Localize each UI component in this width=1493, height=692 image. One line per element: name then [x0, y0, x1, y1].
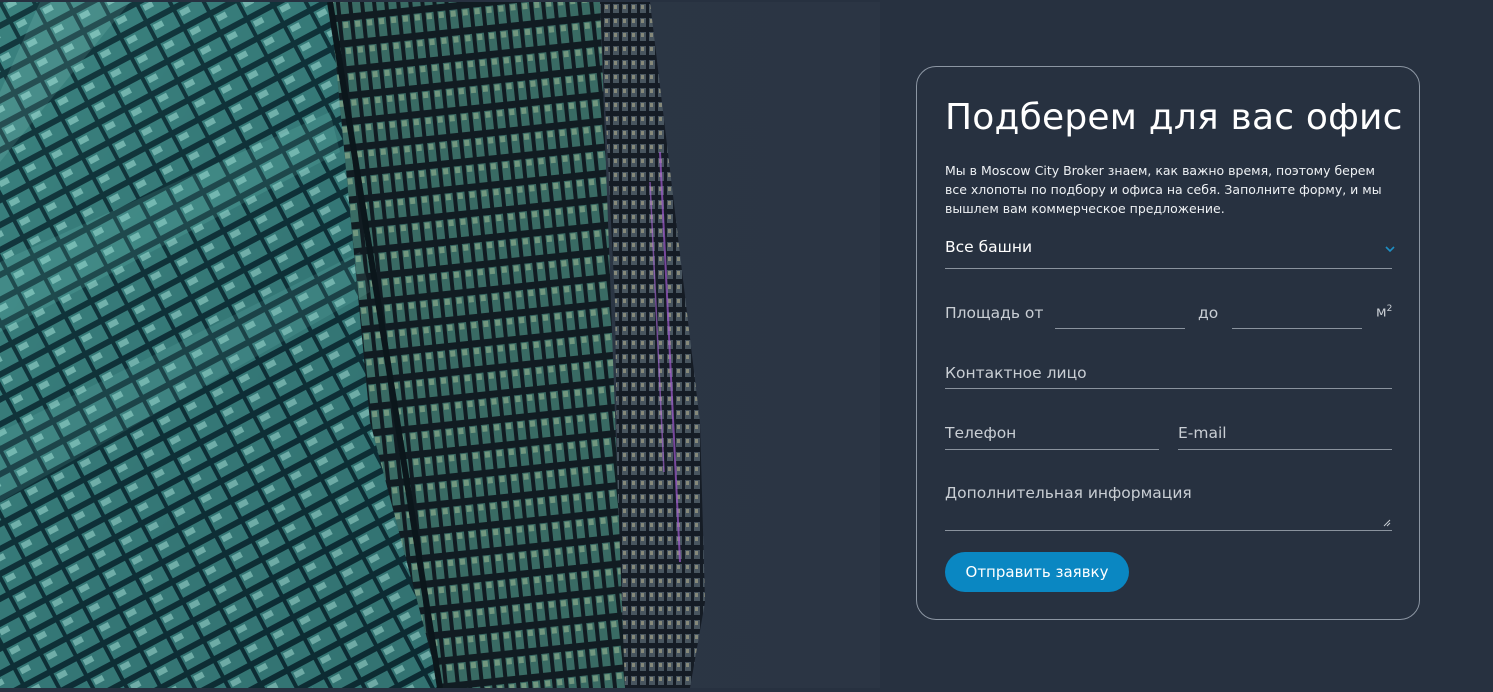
chevron-down-icon[interactable] [1384, 245, 1396, 253]
phone-input[interactable] [945, 449, 1159, 450]
contact-input[interactable] [945, 388, 1392, 389]
form-title: Подберем для вас офис [945, 97, 1403, 138]
email-input[interactable] [1178, 449, 1392, 450]
area-to-label: до [1198, 304, 1219, 322]
email-placeholder: E-mail [1178, 424, 1227, 442]
request-form-card [916, 66, 1420, 620]
area-unit: м2 [1376, 304, 1392, 321]
form-description: Мы в Moscow City Broker знаем, как важно… [945, 163, 1382, 216]
area-to-input[interactable] [1232, 328, 1362, 329]
area-unit-sup: 2 [1386, 304, 1393, 314]
tower-select-underline [945, 268, 1392, 269]
submit-button[interactable]: Отправить заявку [945, 552, 1129, 592]
info-placeholder: Дополнительная информация [945, 484, 1192, 502]
area-from-input[interactable] [1055, 328, 1185, 329]
info-textarea[interactable] [945, 530, 1392, 531]
area-from-label: Площадь от [945, 304, 1044, 322]
building-photo [0, 2, 880, 688]
resize-handle-icon[interactable] [1383, 519, 1391, 527]
tower-select-value[interactable]: Все башни [945, 238, 1032, 256]
contact-placeholder: Контактное лицо [945, 364, 1087, 382]
phone-placeholder: Телефон [945, 424, 1017, 442]
area-unit-text: м [1376, 304, 1387, 321]
